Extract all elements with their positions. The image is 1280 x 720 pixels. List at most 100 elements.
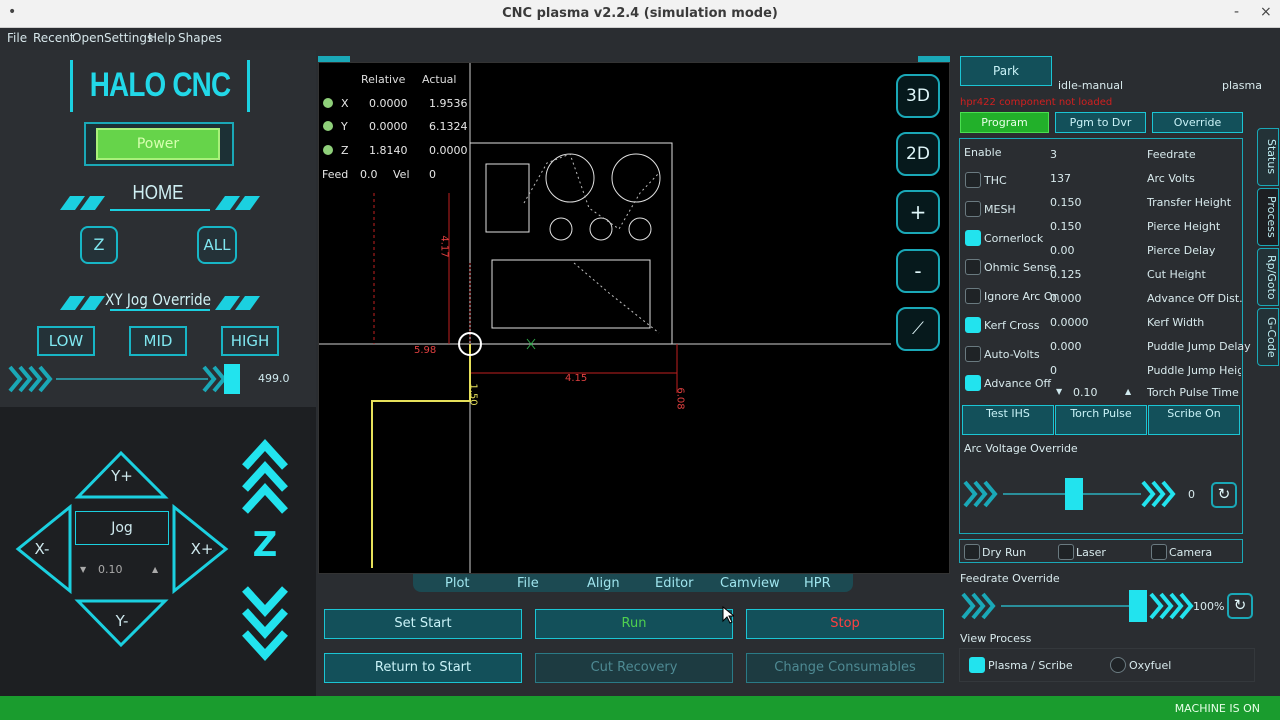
advance-off-dist-value[interactable]: 0.000 <box>1050 292 1082 305</box>
pgm-to-dvr-button[interactable]: Pgm to Dvr <box>1055 112 1146 133</box>
pierce-delay-label: Pierce Delay <box>1147 244 1216 257</box>
torch-pulse-button[interactable]: Torch Pulse <box>1055 405 1147 435</box>
run-button[interactable]: Run <box>535 609 733 639</box>
puddle-jump-height-value[interactable]: 0 <box>1050 364 1057 377</box>
jog-low-button[interactable]: LOW <box>37 326 95 356</box>
arc-volts-value[interactable]: 137 <box>1050 172 1071 185</box>
menu-recent[interactable]: Recent <box>33 31 74 45</box>
auto-volts-checkbox[interactable] <box>965 346 981 362</box>
menu-settings[interactable]: Settings <box>104 31 153 45</box>
jog-z-up-button[interactable] <box>242 443 288 519</box>
ohmic-sense-checkbox[interactable] <box>965 259 981 275</box>
jog-speed-slider[interactable] <box>8 364 258 394</box>
sidetab-status[interactable]: Status <box>1257 128 1279 186</box>
scribe-on-button[interactable]: Scribe On <box>1148 405 1240 435</box>
sidetab-process[interactable]: Process <box>1257 188 1279 246</box>
pierce-delay-value[interactable]: 0.00 <box>1050 244 1075 257</box>
machine-control-panel: HALO CNC Power HOME Z ALL XY Jog Overrid… <box>0 50 316 407</box>
sidetab-gcode[interactable]: G-Code <box>1257 308 1279 366</box>
menu-shapes[interactable]: Shapes <box>178 31 222 45</box>
torch-pulse-time-value[interactable]: 0.10 <box>1073 386 1098 399</box>
stop-button[interactable]: Stop <box>746 609 944 639</box>
jog-increment-up-icon[interactable]: ▲ <box>152 565 158 574</box>
feedrate-value[interactable]: 3 <box>1050 148 1057 161</box>
menu-open[interactable]: Open <box>72 31 104 45</box>
jog-increment-down-icon[interactable]: ▼ <box>80 565 86 574</box>
clear-plot-button[interactable]: ⟋ <box>896 307 940 351</box>
ignore-arc-on-checkbox[interactable] <box>965 288 981 304</box>
plasma-scribe-radio[interactable] <box>969 657 985 673</box>
tab-align[interactable]: Align <box>587 576 620 591</box>
machine-state: idle-manual <box>1058 79 1124 92</box>
jog-z-down-button[interactable] <box>242 583 288 659</box>
dim-417: 4.17 <box>438 235 450 258</box>
cut-height-value[interactable]: 0.125 <box>1050 268 1082 281</box>
home-button[interactable]: HOME <box>100 182 216 205</box>
thc-checkbox[interactable] <box>965 172 981 188</box>
transfer-height-value[interactable]: 0.150 <box>1050 196 1082 209</box>
plot-canvas <box>319 63 891 573</box>
tab-editor[interactable]: Editor <box>655 576 693 591</box>
tab-plot[interactable]: Plot <box>445 576 470 591</box>
transfer-height-label: Transfer Height <box>1147 196 1232 209</box>
gcode-plot[interactable]: Relative Actual X 0.0000 1.9536 Y 0.0000… <box>318 62 950 574</box>
torch-pulse-up-icon[interactable]: ▲ <box>1125 387 1131 396</box>
cornerlock-checkbox[interactable] <box>965 230 981 246</box>
kerf-cross-checkbox[interactable] <box>965 317 981 333</box>
title-bar: • CNC plasma v2.2.4 (simulation mode) - … <box>0 0 1280 28</box>
arc-voltage-override-label: Arc Voltage Override <box>964 442 1078 455</box>
pierce-height-value[interactable]: 0.150 <box>1050 220 1082 233</box>
park-button[interactable]: Park <box>960 56 1052 86</box>
view-3d-button[interactable]: 3D <box>896 74 940 118</box>
jog-y-minus-button[interactable]: Y- <box>105 612 139 630</box>
arc-override-value: 0 <box>1188 488 1195 501</box>
jog-mid-button[interactable]: MID <box>129 326 187 356</box>
dro-x-actual: 1.9536 <box>429 97 468 110</box>
window-title: CNC plasma v2.2.4 (simulation mode) <box>502 6 778 21</box>
menu-help[interactable]: Help <box>148 31 175 45</box>
torch-pulse-down-icon[interactable]: ▼ <box>1056 387 1062 396</box>
camera-checkbox[interactable] <box>1151 544 1167 560</box>
puddle-jump-delay-value[interactable]: 0.000 <box>1050 340 1082 353</box>
zoom-in-button[interactable]: + <box>896 190 940 234</box>
close-icon[interactable]: × <box>1260 4 1272 20</box>
jog-x-plus-button[interactable]: X+ <box>188 540 216 558</box>
jog-y-plus-button[interactable]: Y+ <box>105 467 139 485</box>
zoom-out-button[interactable]: - <box>896 249 940 293</box>
enable-header: Enable <box>964 146 1002 159</box>
arc-voltage-override-slider[interactable] <box>963 478 1183 510</box>
dry-run-checkbox[interactable] <box>964 544 980 560</box>
dro-x-relative: 0.0000 <box>369 97 408 110</box>
advance-off-label: Advance Off <box>984 377 1052 390</box>
view-2d-button[interactable]: 2D <box>896 132 940 176</box>
jog-x-minus-button[interactable]: X- <box>28 540 56 558</box>
home-z-button[interactable]: Z <box>80 226 118 264</box>
cut-recovery-button[interactable]: Cut Recovery <box>535 653 733 683</box>
laser-checkbox[interactable] <box>1058 544 1074 560</box>
change-consumables-button[interactable]: Change Consumables <box>746 653 944 683</box>
sidetab-rp-goto[interactable]: Rp/Goto <box>1257 248 1279 306</box>
arc-override-reset-button[interactable]: ↻ <box>1211 482 1237 508</box>
tab-hpr[interactable]: HPR <box>804 576 831 591</box>
feedrate-reset-button[interactable]: ↻ <box>1227 593 1253 619</box>
kerf-width-value[interactable]: 0.0000 <box>1050 316 1089 329</box>
mesh-checkbox[interactable] <box>965 201 981 217</box>
jog-panel: Y+ Y- X- X+ Jog ▼ 0.10 ▲ Z <box>0 407 316 696</box>
jog-increment-value[interactable]: 0.10 <box>98 563 123 576</box>
override-button[interactable]: Override <box>1152 112 1243 133</box>
minimize-icon[interactable]: - <box>1234 4 1239 20</box>
advance-off-checkbox[interactable] <box>965 375 981 391</box>
return-to-start-button[interactable]: Return to Start <box>324 653 522 683</box>
tab-file[interactable]: File <box>517 576 539 591</box>
menu-file[interactable]: File <box>7 31 27 45</box>
power-button[interactable]: Power <box>96 128 220 160</box>
home-all-button[interactable]: ALL <box>197 226 237 264</box>
torch-pulse-time-label: Torch Pulse Time (sec) <box>1147 386 1241 399</box>
set-start-button[interactable]: Set Start <box>324 609 522 639</box>
feedrate-override-slider[interactable] <box>961 590 1197 622</box>
jog-high-button[interactable]: HIGH <box>221 326 279 356</box>
test-ihs-button[interactable]: Test IHS <box>962 405 1054 435</box>
program-button[interactable]: Program <box>960 112 1049 133</box>
tab-camview[interactable]: Camview <box>720 576 780 591</box>
oxyfuel-radio[interactable] <box>1110 657 1126 673</box>
